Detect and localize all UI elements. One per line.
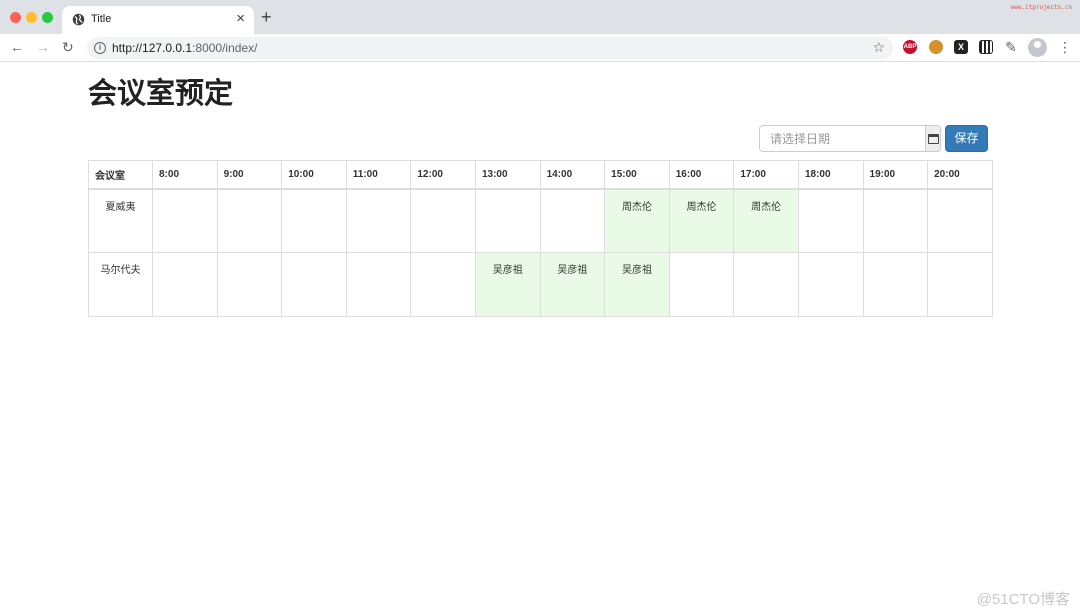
header-hour: 16:00	[668, 160, 735, 190]
header-hour: 11:00	[345, 160, 412, 190]
calendar-icon	[927, 133, 939, 144]
time-slot[interactable]	[152, 188, 218, 253]
table-header-row: 会议室 8:00 9:00 10:00 11:00 12:00 13:00 14…	[88, 160, 993, 190]
profile-avatar[interactable]	[1028, 38, 1047, 57]
time-slot[interactable]: 吴彦祖	[604, 252, 670, 317]
x-extension-icon[interactable]: X	[954, 40, 968, 54]
time-slot[interactable]	[410, 252, 476, 317]
time-slot[interactable]	[797, 188, 864, 253]
url-host: http://127.0.0.1	[112, 41, 193, 55]
time-slot[interactable]	[410, 188, 476, 253]
header-hour: 10:00	[281, 160, 347, 190]
time-slot[interactable]	[216, 252, 283, 317]
time-slot[interactable]	[474, 188, 541, 253]
cookie-extension-icon[interactable]	[929, 40, 943, 54]
header-hour: 19:00	[862, 160, 929, 190]
table-row: 马尔代夫 吴彦祖 吴彦祖 吴彦祖	[88, 252, 993, 317]
booking-table: 会议室 8:00 9:00 10:00 11:00 12:00 13:00 14…	[88, 160, 993, 317]
calendar-button[interactable]	[925, 126, 940, 151]
address-bar[interactable]: i http://127.0.0.1:8000/index/ ☆	[87, 37, 893, 59]
site-watermark: @51CTO博客	[976, 591, 1070, 608]
header-hour: 13:00	[474, 160, 541, 190]
minimize-window-button[interactable]	[26, 12, 37, 23]
date-input[interactable]	[760, 126, 925, 151]
header-hour: 15:00	[604, 160, 670, 190]
qr-code-extension-icon[interactable]	[979, 40, 993, 54]
url-path: :8000/index/	[192, 41, 258, 55]
browser-menu-icon[interactable]: ⋮	[1058, 37, 1072, 57]
header-hour: 17:00	[733, 160, 799, 190]
browser-tab[interactable]: Title ×	[62, 6, 254, 34]
time-slot[interactable]	[539, 188, 606, 253]
new-tab-button[interactable]: +	[261, 7, 272, 27]
close-window-button[interactable]	[10, 12, 21, 23]
header-hour: 8:00	[152, 160, 218, 190]
header-hour: 14:00	[539, 160, 606, 190]
time-slot[interactable]	[345, 252, 412, 317]
time-slot[interactable]: 吴彦祖	[539, 252, 606, 317]
url-text: http://127.0.0.1:8000/index/	[112, 41, 257, 55]
time-slot[interactable]: 吴彦祖	[474, 252, 541, 317]
header-room: 会议室	[88, 160, 153, 190]
time-slot[interactable]	[345, 188, 412, 253]
globe-icon	[72, 13, 85, 26]
time-slot[interactable]	[281, 188, 347, 253]
top-watermark: www.itprojects.cn	[1010, 4, 1072, 11]
room-name: 夏威夷	[88, 188, 153, 253]
page-title: 会议室预定	[88, 78, 234, 110]
header-hour: 9:00	[216, 160, 283, 190]
time-slot[interactable]	[862, 188, 929, 253]
time-slot[interactable]	[281, 252, 347, 317]
room-name: 马尔代夫	[88, 252, 153, 317]
time-slot[interactable]	[152, 252, 218, 317]
adblock-extension-icon[interactable]: ABP	[903, 40, 917, 54]
save-button[interactable]: 保存	[945, 125, 988, 152]
time-slot[interactable]: 周杰伦	[604, 188, 670, 253]
table-row: 夏威夷 周杰伦 周杰伦 周杰伦	[88, 188, 993, 253]
time-slot[interactable]	[216, 188, 283, 253]
maximize-window-button[interactable]	[42, 12, 53, 23]
browser-toolbar: ← → ↻ i http://127.0.0.1:8000/index/ ☆ A…	[0, 34, 1080, 62]
time-slot[interactable]: 周杰伦	[668, 188, 735, 253]
browser-tabstrip: Title × + www.itprojects.cn	[0, 0, 1080, 34]
tab-title: Title	[91, 13, 112, 25]
date-picker	[759, 125, 941, 152]
reload-icon[interactable]: ↻	[62, 37, 74, 57]
header-hour: 18:00	[797, 160, 864, 190]
time-slot[interactable]	[927, 188, 993, 253]
back-arrow-icon[interactable]: ←	[10, 37, 24, 57]
time-slot[interactable]	[927, 252, 993, 317]
time-slot[interactable]	[797, 252, 864, 317]
header-hour: 20:00	[927, 160, 993, 190]
time-slot[interactable]	[733, 252, 799, 317]
info-icon[interactable]: i	[94, 42, 106, 54]
extensions-puzzle-icon[interactable]: ✎	[1004, 38, 1018, 55]
tab-close-icon[interactable]: ×	[236, 10, 245, 28]
time-slot[interactable]	[862, 252, 929, 317]
time-slot[interactable]	[668, 252, 735, 317]
header-hour: 12:00	[410, 160, 476, 190]
forward-arrow-icon[interactable]: →	[36, 37, 50, 57]
time-slot[interactable]: 周杰伦	[733, 188, 799, 253]
bookmark-star-icon[interactable]: ☆	[872, 39, 885, 56]
